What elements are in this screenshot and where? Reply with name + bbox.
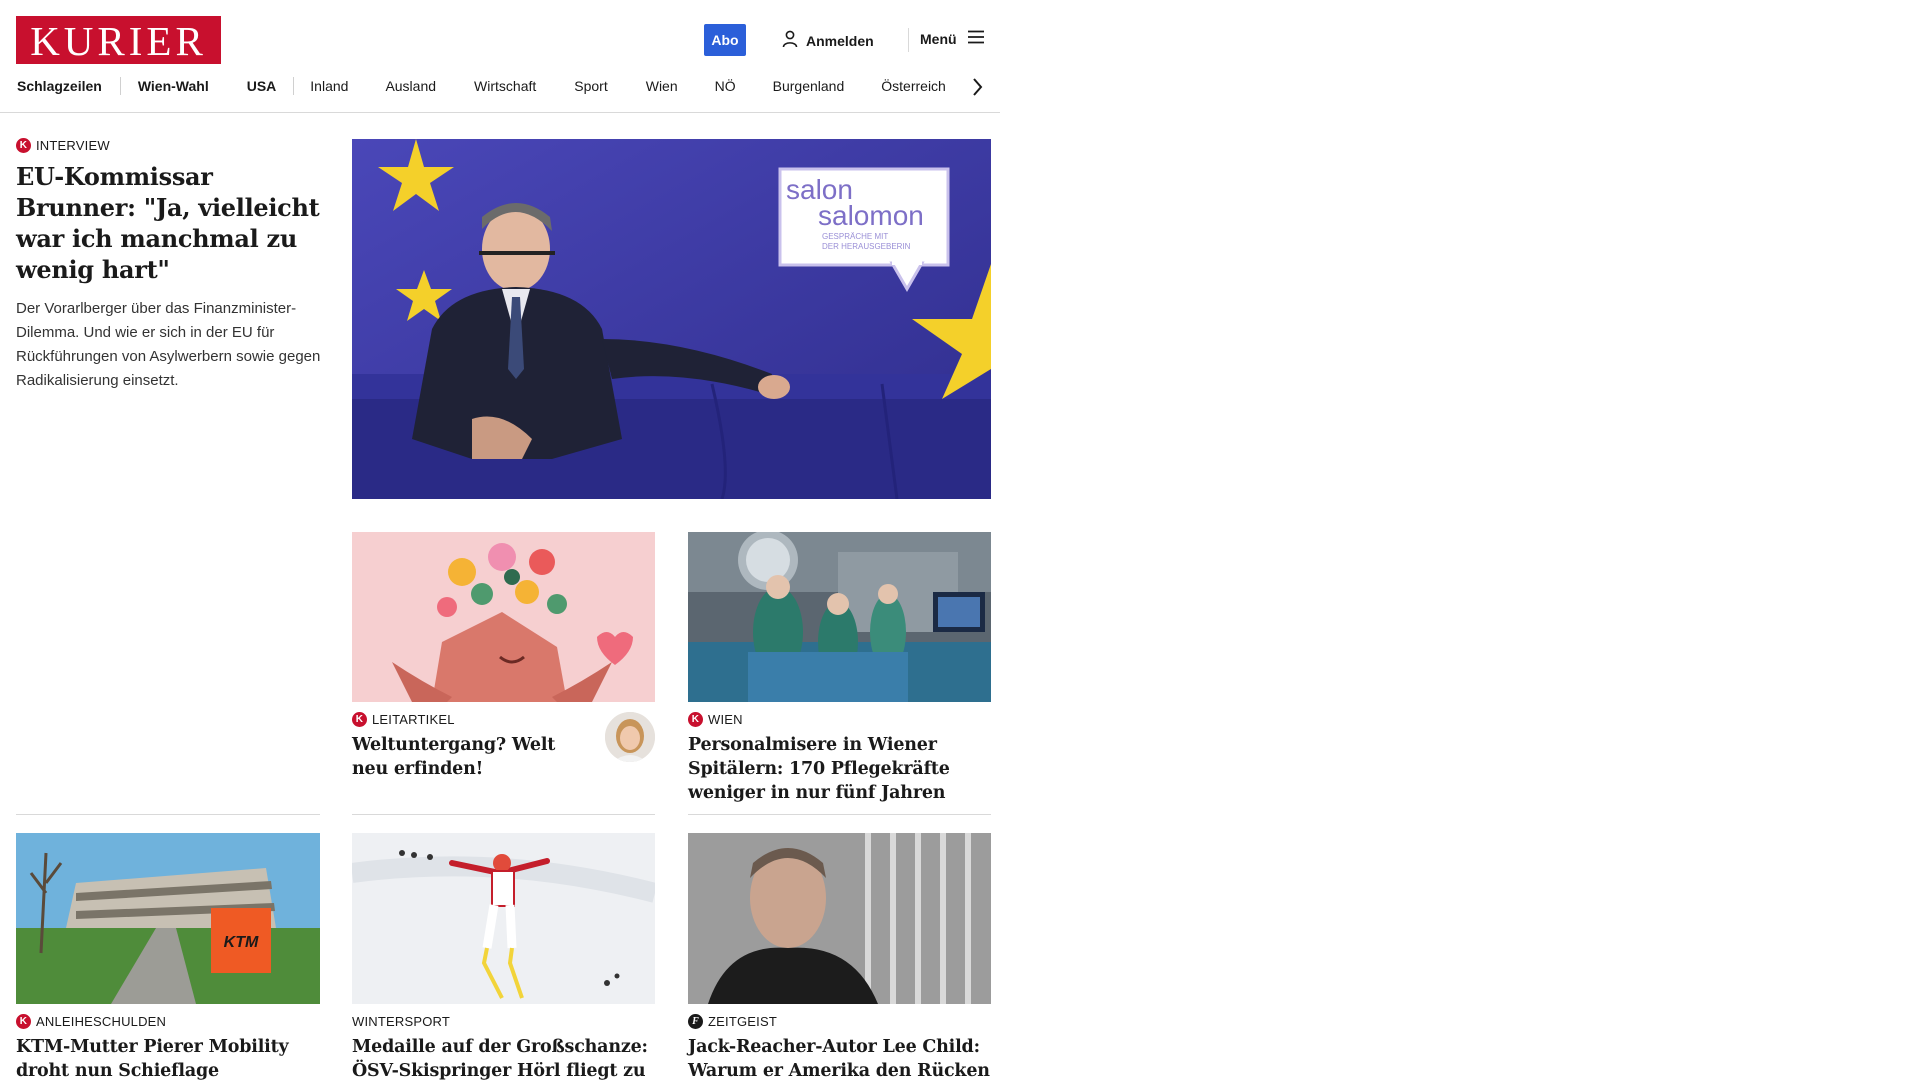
- overlay-sub2: DER HERAUSGEBERIN: [822, 242, 911, 251]
- article-headline[interactable]: Personalmisere in Wiener Spitälern: 170 …: [688, 733, 991, 805]
- article-kicker: K ANLEIHESCHULDEN: [16, 1014, 321, 1029]
- login-label: Anmelden: [806, 32, 874, 49]
- nav-item-wien-wahl[interactable]: Wien-Wahl: [138, 78, 209, 94]
- divider: [16, 814, 320, 815]
- article-headline[interactable]: Medaille auf der Großschanze: ÖSV-Skispr…: [352, 1035, 655, 1080]
- overlay-line2: salomon: [818, 200, 924, 231]
- chevron-right-icon[interactable]: [968, 76, 986, 98]
- nav-item-wien[interactable]: Wien: [646, 78, 678, 94]
- article-image[interactable]: [688, 532, 991, 702]
- nav-item-inland[interactable]: Inland: [310, 78, 348, 94]
- kurier-logo[interactable]: KURIER: [16, 16, 221, 64]
- lead-image[interactable]: salon salomon GESPRÄCHE MIT DER HERAUSGE…: [352, 139, 991, 499]
- article-kicker: WINTERSPORT: [352, 1014, 451, 1029]
- article-image[interactable]: [352, 532, 655, 702]
- login-button[interactable]: Anmelden: [782, 30, 874, 51]
- article-headline[interactable]: KTM-Mutter Pierer Mobility droht nun Sch…: [16, 1035, 321, 1080]
- section-nav: Schlagzeilen Wien-Wahl USA Inland Auslan…: [17, 77, 946, 95]
- lead-article[interactable]: K INTERVIEW EU-Kommissar Brunner: "Ja, v…: [16, 138, 321, 393]
- nav-item-oesterreich[interactable]: Österreich: [881, 78, 946, 94]
- divider: [352, 814, 655, 815]
- article-kicker: f ZEITGEIST: [688, 1014, 991, 1029]
- lead-headline[interactable]: EU-Kommissar Brunner: "Ja, vielleicht wa…: [16, 161, 321, 285]
- nav-divider: [293, 77, 295, 95]
- article-kicker: K LEITARTIKEL: [352, 712, 587, 727]
- article-kicker: K WIEN: [688, 712, 991, 727]
- site-header: KURIER Abo Anmelden Menü Schlagzeilen Wi…: [0, 0, 1000, 113]
- article-image[interactable]: [688, 833, 991, 1004]
- ktm-sign-text: KTM: [224, 934, 259, 951]
- lead-teaser: Der Vorarlberger über das Finanzminister…: [16, 300, 321, 389]
- article-card-zeitgeist[interactable]: f ZEITGEIST Jack-Reacher-Autor Lee Child…: [688, 833, 991, 1080]
- nav-divider: [119, 77, 121, 95]
- article-image[interactable]: KTM: [16, 833, 320, 1004]
- nav-item-sport[interactable]: Sport: [574, 78, 607, 94]
- nav-item-burgenland[interactable]: Burgenland: [773, 78, 845, 94]
- article-card-wintersport[interactable]: WINTERSPORT Medaille auf der Großschanze…: [352, 833, 655, 1080]
- menu-label: Menü: [920, 30, 957, 47]
- kurier-plus-badge-icon: K: [16, 1014, 31, 1029]
- overlay-sub1: GESPRÄCHE MIT: [822, 232, 888, 241]
- nav-item-wirtschaft[interactable]: Wirtschaft: [474, 78, 536, 94]
- freizeit-badge-icon: f: [688, 1014, 703, 1029]
- hamburger-icon: [967, 30, 985, 47]
- nav-item-usa[interactable]: USA: [247, 78, 277, 94]
- article-image[interactable]: [352, 833, 655, 1004]
- user-icon: [782, 30, 798, 51]
- article-card-wien[interactable]: K WIEN Personalmisere in Wiener Spitäler…: [688, 532, 991, 805]
- kurier-plus-badge-icon: K: [352, 712, 367, 727]
- article-card-leitartikel[interactable]: K LEITARTIKEL Weltuntergang? Welt neu er…: [352, 532, 655, 781]
- menu-button[interactable]: Menü: [920, 30, 985, 47]
- article-kicker: K INTERVIEW: [16, 138, 321, 153]
- nav-item-ausland[interactable]: Ausland: [385, 78, 436, 94]
- article-headline[interactable]: Jack-Reacher-Autor Lee Child: Warum er A…: [688, 1035, 991, 1080]
- divider: [688, 814, 991, 815]
- abo-button[interactable]: Abo: [704, 24, 746, 56]
- kurier-plus-badge-icon: K: [16, 138, 31, 153]
- nav-item-schlagzeilen[interactable]: Schlagzeilen: [17, 78, 102, 94]
- header-divider: [908, 28, 909, 52]
- author-avatar: [605, 712, 655, 762]
- article-card-anleiheschulden[interactable]: KTM K ANLEIHESCHULDEN KTM-Mutter Pierer …: [16, 833, 321, 1080]
- nav-item-noe[interactable]: NÖ: [715, 78, 736, 94]
- article-headline[interactable]: Weltuntergang? Welt neu erfinden!: [352, 733, 587, 781]
- kurier-plus-badge-icon: K: [688, 712, 703, 727]
